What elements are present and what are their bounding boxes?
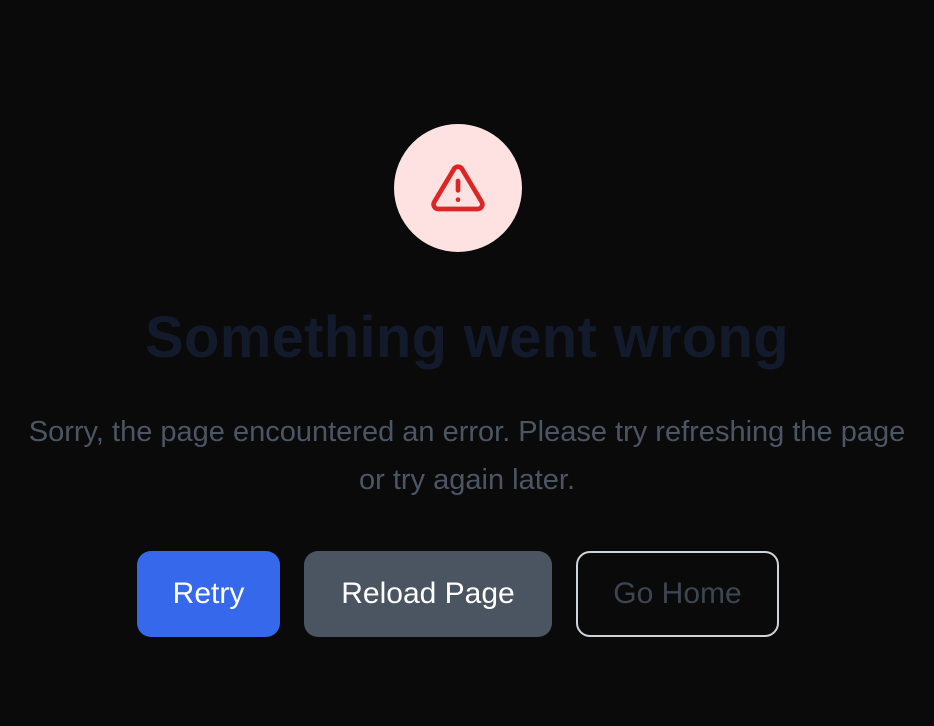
error-icon-badge	[394, 124, 522, 252]
error-page: Something went wrong Sorry, the page enc…	[0, 0, 934, 726]
reload-page-button[interactable]: Reload Page	[304, 551, 552, 637]
retry-button[interactable]: Retry	[137, 551, 280, 637]
error-title: Something went wrong	[145, 305, 789, 370]
go-home-button[interactable]: Go Home	[576, 551, 779, 637]
warning-triangle-icon	[431, 164, 485, 212]
error-message: Sorry, the page encountered an error. Pl…	[28, 416, 906, 496]
